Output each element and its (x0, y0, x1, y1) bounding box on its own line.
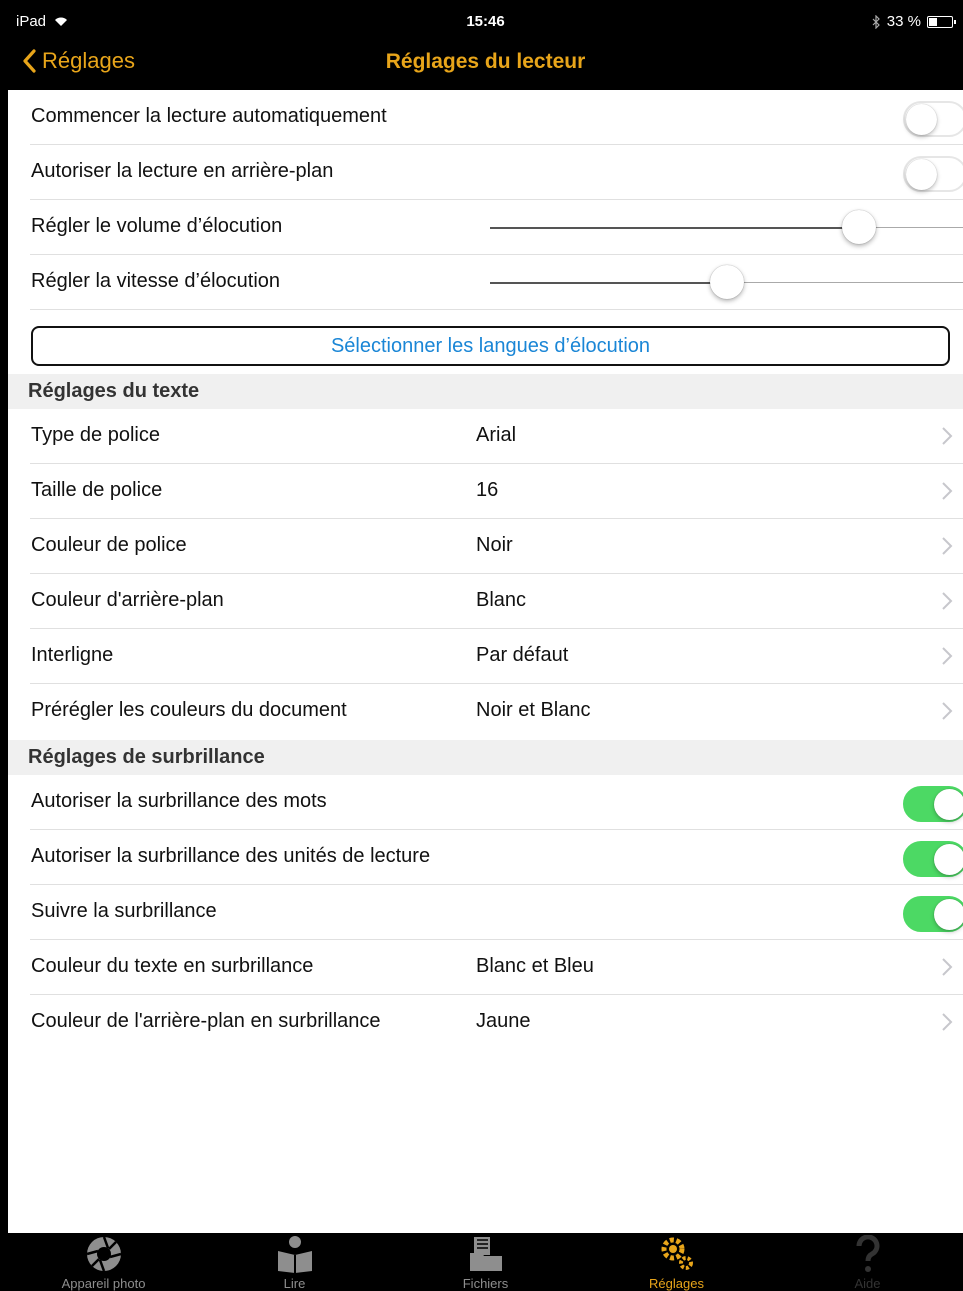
setting-value: Arial (476, 424, 517, 446)
tab-help: Aide (772, 1233, 963, 1291)
setting-label: Suivre la surbrillance (31, 900, 217, 922)
setting-value: Noir (476, 534, 513, 556)
setting-font-color[interactable]: Couleur de police Noir (8, 519, 963, 574)
setting-volume: Régler le volume d’élocution (8, 200, 963, 255)
setting-value: Blanc (476, 589, 527, 611)
tab-label: Appareil photo (61, 1276, 146, 1291)
section-header-highlight: Réglages de surbrillance (8, 740, 963, 775)
files-icon (469, 1237, 502, 1271)
setting-label: Autoriser la surbrillance des unités de … (31, 845, 431, 867)
setting-label: Couleur de l'arrière-plan en surbrillanc… (31, 1010, 381, 1032)
chevron-right-icon (942, 482, 953, 500)
navigation-bar: Réglages Réglages du lecteur (8, 36, 963, 90)
setting-value: Noir et Blanc (476, 699, 591, 721)
setting-background-reading: Autoriser la lecture en arrière-plan (8, 145, 963, 200)
setting-highlight-words: Autoriser la surbrillance des mots (8, 775, 963, 830)
background-reading-toggle[interactable] (903, 156, 963, 192)
setting-label: Couleur d'arrière-plan (31, 589, 224, 611)
setting-label: Régler la vitesse d’élocution (31, 270, 281, 292)
chevron-right-icon (942, 1013, 953, 1031)
highlight-words-toggle[interactable] (903, 786, 963, 822)
highlight-units-toggle[interactable] (903, 841, 963, 877)
follow-highlight-toggle[interactable] (903, 896, 963, 932)
volume-slider-thumb[interactable] (842, 210, 876, 244)
setting-highlight-text-color[interactable]: Couleur du texte en surbrillance Blanc e… (8, 940, 963, 995)
tab-label: Lire (283, 1276, 306, 1291)
setting-document-preset[interactable]: Prérégler les couleurs du document Noir … (8, 684, 963, 739)
chevron-right-icon (942, 427, 953, 445)
chevron-right-icon (942, 537, 953, 555)
setting-background-color[interactable]: Couleur d'arrière-plan Blanc (8, 574, 963, 629)
tab-read[interactable]: Lire (199, 1233, 390, 1291)
tab-label: Fichiers (462, 1276, 509, 1291)
setting-line-spacing[interactable]: Interligne Par défaut (8, 629, 963, 684)
bluetooth-icon (872, 14, 880, 29)
setting-label: Autoriser la surbrillance des mots (31, 790, 327, 812)
chevron-right-icon (942, 592, 953, 610)
setting-label: Autoriser la lecture en arrière-plan (31, 160, 334, 182)
app-frame: iPad 15:46 33 % Réglages Réglages du lec… (8, 8, 963, 1291)
chevron-right-icon (942, 958, 953, 976)
section-title: Réglages de surbrillance (28, 746, 265, 768)
setting-label: Interligne (31, 644, 114, 666)
auto-start-toggle[interactable] (903, 101, 963, 137)
setting-follow-highlight: Suivre la surbrillance (8, 885, 963, 940)
setting-value: Jaune (476, 1010, 531, 1032)
tab-label: Réglages (649, 1276, 704, 1291)
setting-highlight-background-color[interactable]: Couleur de l'arrière-plan en surbrillanc… (8, 995, 963, 1050)
gears-icon (661, 1237, 693, 1270)
speed-slider-thumb[interactable] (710, 265, 744, 299)
speed-slider[interactable] (490, 265, 963, 299)
battery-icon (927, 15, 956, 28)
select-languages-button[interactable]: Sélectionner les langues d’élocution (31, 326, 950, 366)
tab-camera[interactable]: Appareil photo (8, 1233, 199, 1291)
section-title: Réglages du texte (28, 380, 200, 402)
setting-label: Taille de police (31, 479, 163, 501)
page-title: Réglages du lecteur (385, 50, 586, 73)
setting-highlight-units: Autoriser la surbrillance des unités de … (8, 830, 963, 885)
setting-font-size[interactable]: Taille de police 16 (8, 464, 963, 519)
setting-label: Commencer la lecture automatiquement (31, 105, 387, 127)
status-time: 15:46 (466, 13, 505, 30)
setting-value: Par défaut (476, 644, 569, 666)
setting-label: Couleur du texte en surbrillance (31, 955, 314, 977)
reader-book-icon (277, 1236, 312, 1273)
chevron-right-icon (942, 702, 953, 720)
chevron-right-icon (942, 647, 953, 665)
volume-slider[interactable] (490, 210, 963, 244)
setting-value: 16 (476, 479, 499, 501)
setting-label: Prérégler les couleurs du document (31, 699, 347, 721)
section-header-text: Réglages du texte (8, 374, 963, 409)
tab-bar: Appareil photo Lire Fichiers Réglages Ai… (8, 1233, 963, 1291)
setting-font-type[interactable]: Type de police Arial (8, 409, 963, 464)
setting-auto-start: Commencer la lecture automatiquement (8, 90, 963, 145)
tab-settings[interactable]: Réglages (581, 1233, 772, 1291)
help-question-icon (855, 1235, 879, 1272)
tab-label: Aide (854, 1276, 881, 1291)
camera-aperture-icon (86, 1236, 121, 1272)
settings-list: Commencer la lecture automatiquement Aut… (8, 90, 963, 1233)
setting-speed: Régler la vitesse d’élocution (8, 255, 963, 310)
setting-label: Couleur de police (31, 534, 187, 556)
battery-percent: 33 % (886, 13, 921, 30)
setting-value: Blanc et Bleu (476, 955, 594, 977)
status-bar: iPad 15:46 33 % (8, 8, 963, 36)
setting-label: Type de police (31, 424, 160, 446)
tab-files[interactable]: Fichiers (390, 1233, 581, 1291)
setting-label: Régler le volume d’élocution (31, 215, 283, 237)
